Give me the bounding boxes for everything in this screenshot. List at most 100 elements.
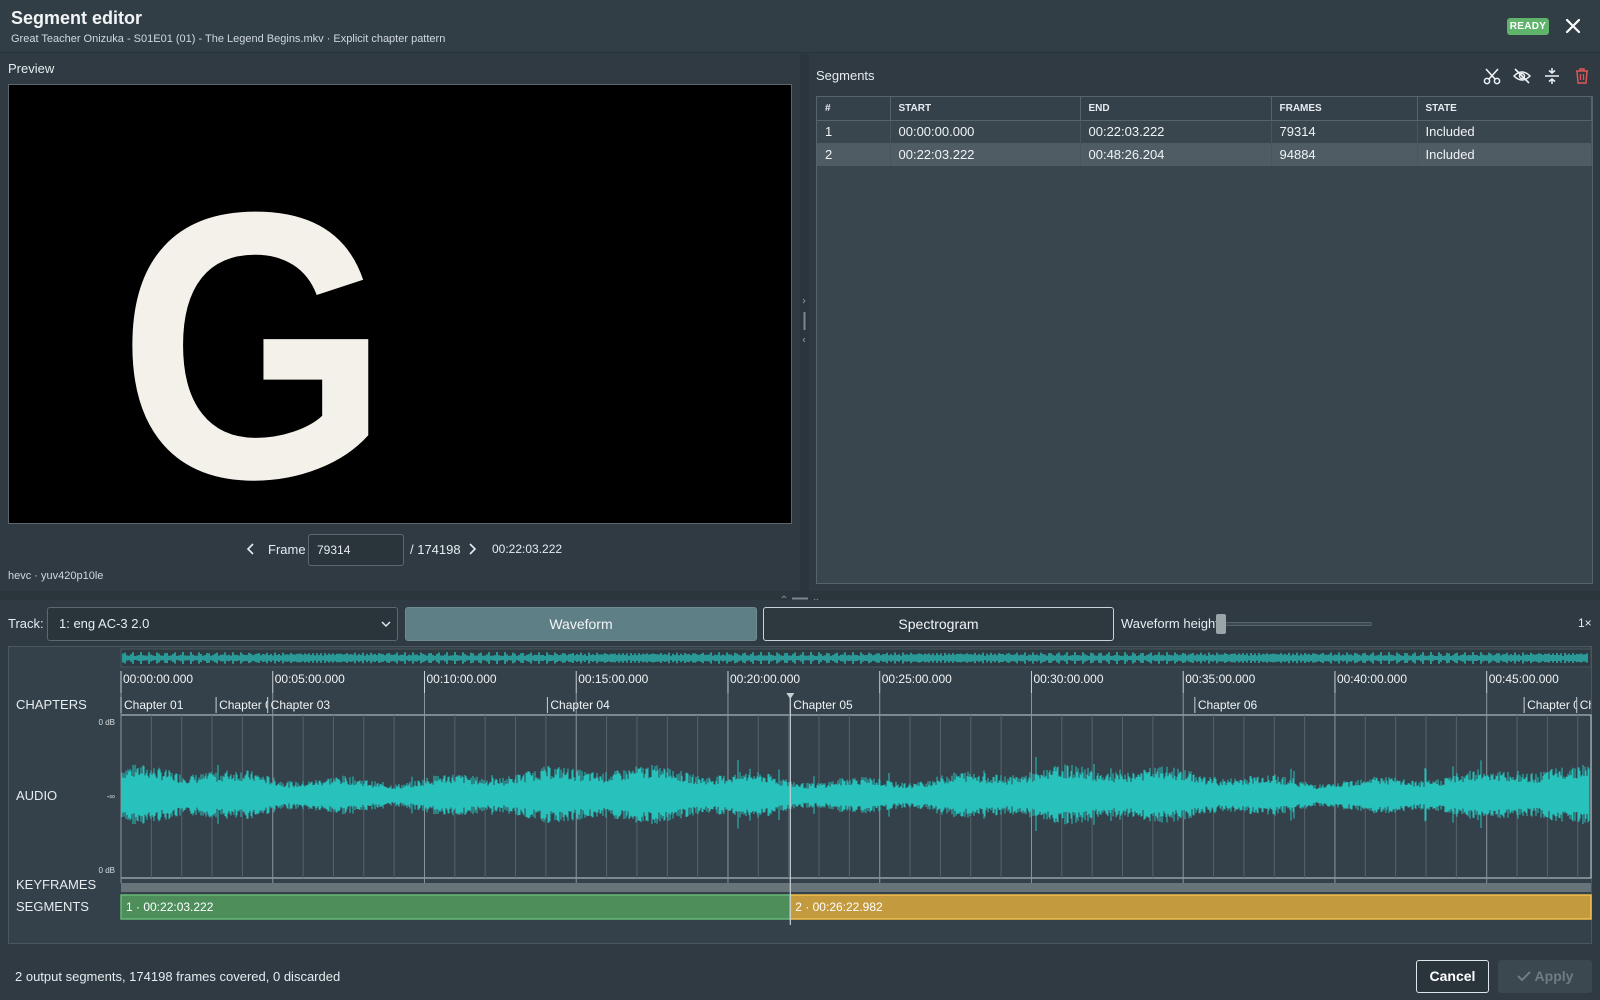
segments-toolbar — [1482, 66, 1592, 86]
cell-end: 00:48:26.204 — [1080, 143, 1272, 166]
video-preview[interactable]: G — [8, 84, 792, 524]
ruler-tick-label: 00:15:00.000 — [578, 672, 648, 686]
ruler-tick-label: 00:05:00.000 — [275, 672, 345, 686]
waveform-height-slider[interactable] — [1220, 622, 1372, 626]
col-number[interactable]: # — [817, 97, 891, 121]
cell-state: Included — [1417, 143, 1592, 166]
frame-label: Frame — [268, 542, 306, 557]
check-icon — [1516, 971, 1531, 982]
codec-info: hevc · yuv420p10le — [8, 570, 104, 582]
db-bottom-label: 0 dB — [99, 866, 115, 875]
ruler-tick-label: 00:00:00.000 — [123, 672, 193, 686]
cell-start: 00:22:03.222 — [890, 143, 1081, 166]
ruler-tick-label: 00:20:00.000 — [730, 672, 800, 686]
track-label: Track: — [8, 616, 44, 631]
timeline-area: Track: 1: eng AC-3 2.0 Waveform Spectrog… — [0, 600, 1600, 1000]
splitter-grip-icon — [802, 298, 806, 343]
status-text: 2 output segments, 174198 frames covered… — [15, 969, 341, 984]
waveform-button[interactable]: Waveform — [405, 607, 757, 641]
segment-bar-label: 1 · 00:22:03.222 — [126, 900, 214, 914]
frame-navigator: Frame / 174198 00:22:03.222 — [0, 532, 800, 566]
chapter-label: Chapter 07 — [1527, 698, 1587, 712]
video-frame: G — [9, 85, 791, 524]
cell-state: Included — [1417, 120, 1592, 143]
chevron-left-icon — [246, 543, 254, 555]
frame-total: / 174198 — [410, 542, 461, 557]
apply-label: Apply — [1534, 968, 1574, 984]
timeline-canvas[interactable]: 00:00:00.000 00:05:00.000 00:10:00.000 00:1… — [9, 647, 1593, 945]
cell-frames: 79314 — [1271, 120, 1418, 143]
horizontal-splitter[interactable] — [0, 591, 1600, 602]
timeline[interactable]: 00:00:00.000 00:05:00.000 00:10:00.000 00:1… — [8, 646, 1592, 944]
chapter-label: Chapter 03 — [271, 698, 331, 712]
table-row[interactable]: 1 00:00:00.000 00:22:03.222 79314 Includ… — [817, 120, 1592, 143]
close-icon — [1565, 18, 1581, 34]
video-letter: G — [118, 134, 390, 524]
col-start[interactable]: START — [890, 97, 1081, 121]
cell-start: 00:00:00.000 — [890, 120, 1081, 143]
vertical-splitter[interactable] — [800, 54, 809, 591]
segments-lane[interactable]: 1 · 00:22:03.222 2 · 00:26:22.982 — [120, 894, 1592, 920]
segment-bar-label: 2 · 00:26:22.982 — [795, 900, 883, 914]
segments-label: Segments — [816, 68, 875, 83]
time-ruler: 00:00:00.000 00:05:00.000 00:10:00.000 00:1… — [120, 671, 1559, 693]
segments-panel: Segments # START END FRAMES STATE 1 00:0… — [809, 54, 1600, 591]
col-end[interactable]: END — [1080, 97, 1272, 121]
ruler-tick-label: 00:25:00.000 — [882, 672, 952, 686]
cell-end: 00:22:03.222 — [1080, 120, 1272, 143]
table-header: # START END FRAMES STATE — [817, 97, 1592, 121]
cell-frames: 94884 — [1271, 143, 1418, 166]
merge-icon[interactable] — [1542, 66, 1562, 86]
next-frame-button[interactable] — [465, 542, 479, 556]
timecode: 00:22:03.222 — [492, 542, 563, 556]
db-mid-label: -∞ — [107, 792, 116, 801]
trash-icon[interactable] — [1572, 66, 1592, 86]
cell-number: 1 — [817, 120, 891, 143]
ruler-tick-label: 00:40:00.000 — [1337, 672, 1407, 686]
db-top-label: 0 dB — [99, 718, 115, 727]
waveform-height-thumb[interactable] — [1216, 614, 1226, 634]
close-button[interactable] — [1562, 14, 1584, 38]
lane-label-segments: SEGMENTS — [16, 899, 89, 914]
header-bar: Segment editor Great Teacher Onizuka - S… — [0, 0, 1600, 53]
chapters-lane[interactable]: Chapter 01 Chapter 02Chapter 03 Chapter 04… — [120, 697, 1593, 713]
keyframes-lane — [121, 883, 1591, 892]
status-badge: READY — [1507, 18, 1549, 35]
zoom-level: 1× — [1578, 616, 1592, 630]
cell-number: 2 — [817, 143, 891, 166]
apply-button[interactable]: Apply — [1498, 960, 1592, 993]
chapter-label: Chapter 08 — [1580, 698, 1593, 712]
col-state[interactable]: STATE — [1417, 97, 1592, 121]
page-title: Segment editor — [11, 8, 143, 28]
preview-panel: Preview G Frame / 174198 00:22:03.222 he… — [0, 54, 800, 591]
col-frames[interactable]: FRAMES — [1271, 97, 1418, 121]
preview-label: Preview — [8, 61, 55, 76]
segment-bar — [120, 894, 792, 920]
chapter-label: Chapter 05 — [793, 698, 853, 712]
segment-bar — [789, 894, 1592, 920]
ruler-tick-label: 00:10:00.000 — [426, 672, 496, 686]
scissors-icon[interactable] — [1482, 66, 1502, 86]
chapter-label: Chapter 01 — [124, 698, 184, 712]
eye-off-icon[interactable] — [1512, 66, 1532, 86]
chapter-label: Chapter 04 — [550, 698, 610, 712]
track-select[interactable]: 1: eng AC-3 2.0 — [47, 607, 398, 641]
page-subtitle: Great Teacher Onizuka - S01E01 (01) - Th… — [11, 33, 446, 45]
prev-frame-button[interactable] — [244, 542, 258, 556]
ruler-tick-label: 00:35:00.000 — [1185, 672, 1255, 686]
spectrogram-button[interactable]: Spectrogram — [763, 607, 1114, 641]
ruler-tick-label: 00:45:00.000 — [1489, 672, 1559, 686]
table-row[interactable]: 2 00:22:03.222 00:48:26.204 94884 Includ… — [817, 143, 1592, 166]
chevron-right-icon — [469, 543, 477, 555]
cancel-button[interactable]: Cancel — [1416, 960, 1489, 993]
lane-label-audio: AUDIO — [16, 788, 57, 803]
frame-input[interactable] — [308, 534, 404, 566]
ruler-tick-label: 00:30:00.000 — [1033, 672, 1103, 686]
waveform-height-label: Waveform height — [1121, 616, 1219, 631]
segments-table: # START END FRAMES STATE 1 00:00:00.000 … — [816, 96, 1593, 584]
lane-label-chapters: CHAPTERS — [16, 697, 87, 712]
chevron-down-icon — [381, 621, 391, 627]
lane-label-keyframes: KEYFRAMES — [16, 877, 97, 892]
track-value: 1: eng AC-3 2.0 — [59, 616, 150, 631]
chapter-label: Chapter 06 — [1198, 698, 1258, 712]
